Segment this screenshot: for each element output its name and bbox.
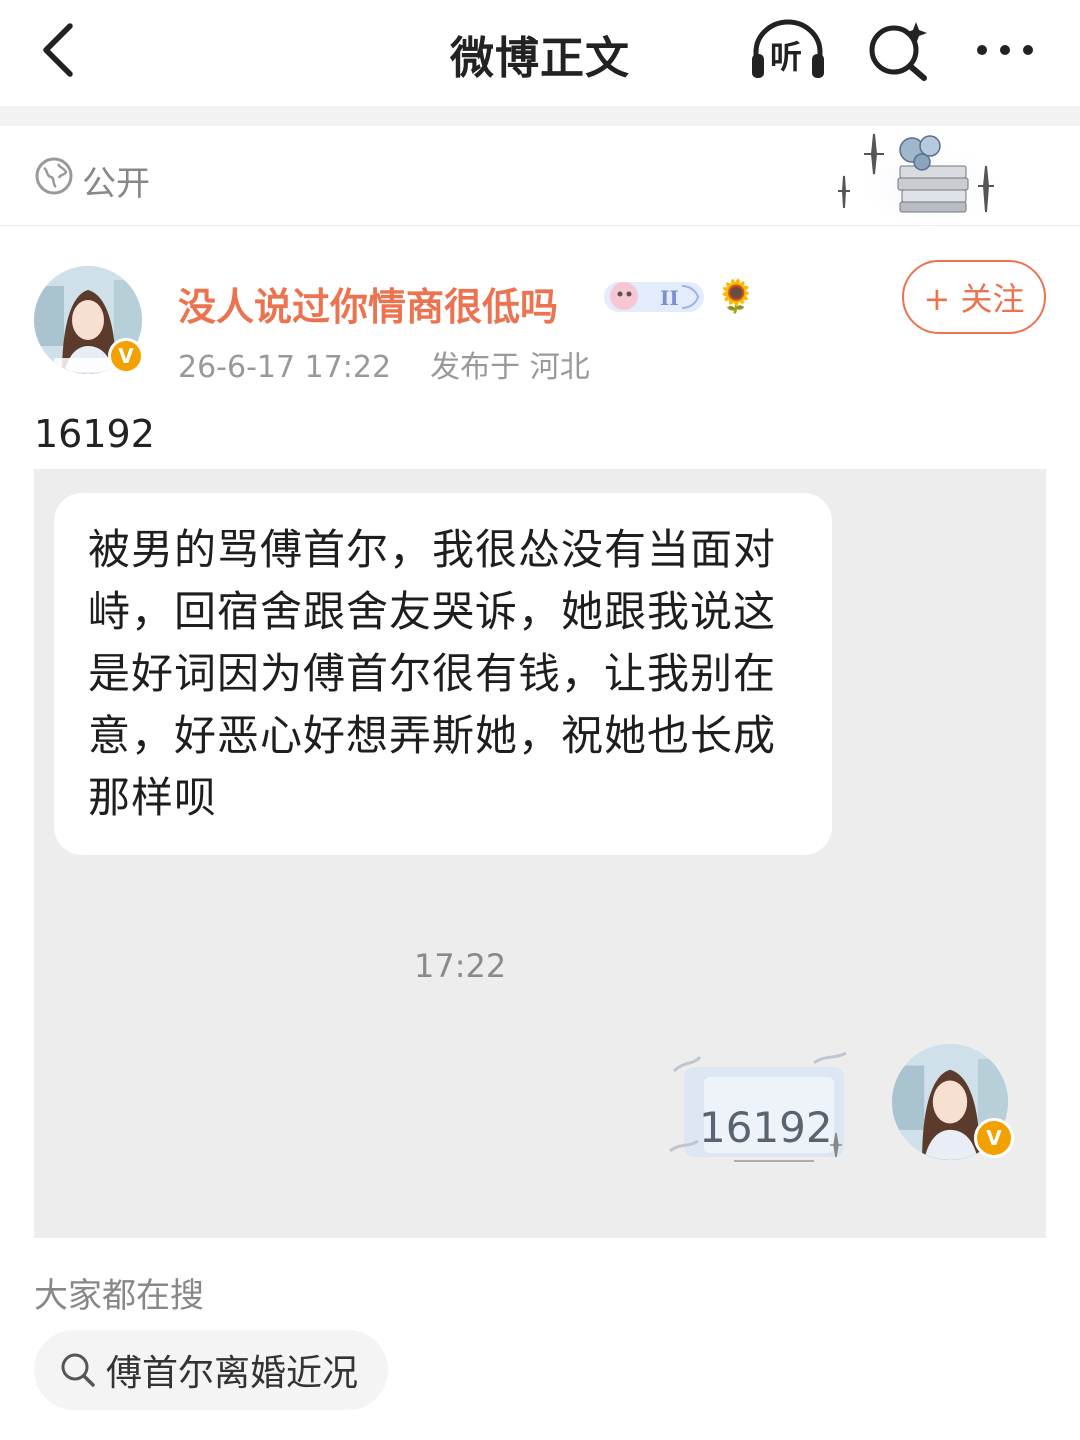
svg-text:II: II xyxy=(660,286,679,310)
globe-icon xyxy=(35,157,73,195)
chat-timestamp: 17:22 xyxy=(414,947,507,985)
listen-label: 听 xyxy=(770,38,803,76)
section-divider xyxy=(0,106,1080,126)
chat-avatar: V xyxy=(892,1044,1014,1164)
trending-search-chip[interactable]: 傅首尔离婚近况 xyxy=(34,1330,389,1410)
visibility-row: 公开 xyxy=(0,126,1080,226)
trending-search-label: 傅首尔离婚近况 xyxy=(106,1353,359,1394)
post-location: 发布于 河北 xyxy=(430,350,590,385)
verified-badge: V xyxy=(974,1118,1014,1158)
follow-button[interactable]: + 关注 xyxy=(902,260,1046,334)
search-icon xyxy=(61,1353,95,1387)
book-sticker-decoration xyxy=(838,133,1010,226)
post-text: 16192 xyxy=(34,412,155,456)
search-button[interactable] xyxy=(864,18,934,82)
trending-title: 大家都在搜 xyxy=(34,1276,204,1316)
search-sparkle-icon xyxy=(869,22,927,81)
author-avatar[interactable]: V xyxy=(34,266,146,378)
top-nav-bar: 微博正文 听 xyxy=(0,0,1080,106)
sunflower-icon: 🌻 xyxy=(716,277,756,315)
chat-message-text: 被男的骂傅首尔，我很怂没有当面对峙，回宿舍跟舍友哭诉，她跟我说这是好词因为傅首尔… xyxy=(88,525,777,822)
verified-badge: V xyxy=(108,338,144,374)
chat-bubble-received: 被男的骂傅首尔，我很怂没有当面对峙，回宿舍跟舍友哭诉，她跟我说这是好词因为傅首尔… xyxy=(54,493,832,855)
chat-reply-text: 16192 xyxy=(699,1103,833,1152)
member-badge-icon: II xyxy=(604,282,704,312)
post-timestamp: 26-6-17 17:22 xyxy=(178,350,392,385)
author-name[interactable]: 没人说过你情商很低吗 xyxy=(178,276,558,331)
post-meta: 26-6-17 17:22 发布于 河北 xyxy=(178,342,590,386)
visibility-label: 公开 xyxy=(82,164,150,204)
more-dots-icon xyxy=(977,45,1033,55)
post-image[interactable]: 被男的骂傅首尔，我很怂没有当面对峙，回宿舍跟舍友哭诉，她跟我说这是好词因为傅首尔… xyxy=(34,469,1046,1238)
more-button[interactable] xyxy=(970,18,1040,82)
listen-button[interactable]: 听 xyxy=(748,18,828,82)
